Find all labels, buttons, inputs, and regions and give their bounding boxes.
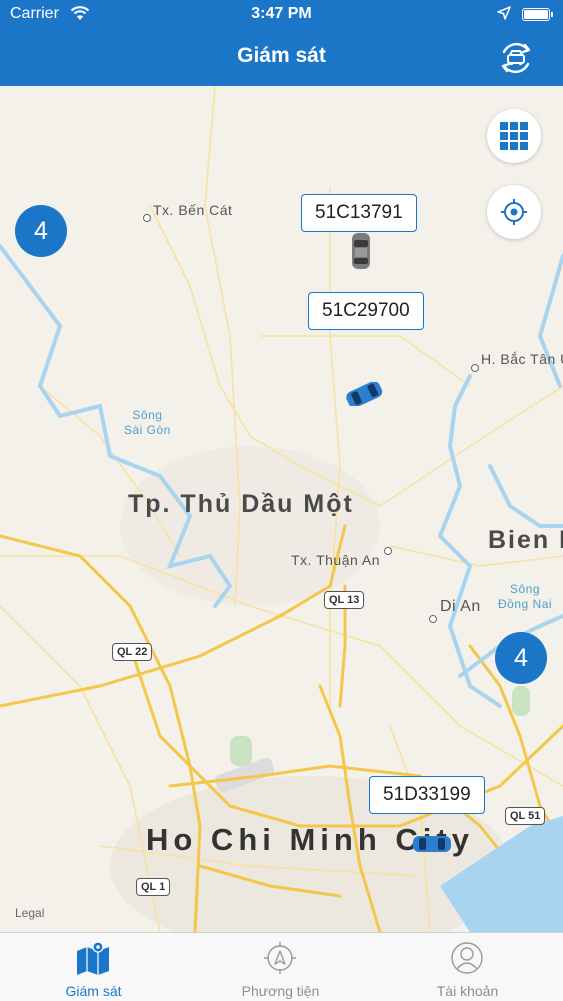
car-icon[interactable] bbox=[411, 834, 453, 854]
place-label-city: Tp. Thủ Dầu Một bbox=[128, 490, 354, 518]
tab-label: Giám sát bbox=[65, 983, 122, 999]
status-bar: Carrier 3:47 PM bbox=[0, 0, 563, 30]
crosshair-icon bbox=[501, 199, 527, 225]
compass-icon bbox=[264, 942, 296, 974]
road-badge: QL 13 bbox=[324, 591, 365, 609]
tab-bar: Giám sát Phương tiện Tài khoản bbox=[0, 932, 563, 1001]
battery-icon bbox=[522, 8, 553, 21]
map-view[interactable]: Tx. Bến Cát H. Bắc Tân U Sông Sài Gòn Tp.… bbox=[0, 86, 563, 932]
vehicle-cluster[interactable]: 4 bbox=[15, 205, 67, 257]
place-label-city: Bien H bbox=[488, 526, 563, 554]
car-icon[interactable] bbox=[343, 382, 385, 406]
user-icon bbox=[451, 942, 483, 974]
road-badge: QL 1 bbox=[136, 878, 171, 896]
my-location-button[interactable] bbox=[487, 185, 541, 239]
di-an-marker bbox=[429, 615, 437, 623]
tab-label: Phương tiện bbox=[241, 983, 320, 999]
bac-tan-uyen-marker bbox=[471, 364, 479, 372]
map-icon bbox=[77, 941, 109, 975]
thuan-an-marker bbox=[384, 547, 392, 555]
page-title: Giám sát bbox=[237, 44, 326, 67]
tab-label: Tài khoản bbox=[436, 983, 499, 999]
place-label: H. Bắc Tân U bbox=[481, 351, 563, 367]
tab-account[interactable]: Tài khoản bbox=[374, 933, 561, 1001]
river-label: Sông Sài Gòn bbox=[124, 408, 171, 437]
vehicle-plate-label[interactable]: 51C29700 bbox=[308, 292, 424, 330]
grid-icon bbox=[500, 122, 528, 150]
place-label: Di An bbox=[440, 598, 481, 615]
vehicle-plate-label[interactable]: 51D33199 bbox=[369, 776, 485, 814]
location-arrow-icon bbox=[497, 6, 511, 20]
vehicle-cluster[interactable]: 4 bbox=[495, 632, 547, 684]
tab-monitor[interactable]: Giám sát bbox=[0, 933, 187, 1001]
vehicle-switch-icon[interactable] bbox=[496, 38, 536, 78]
clock: 3:47 PM bbox=[251, 5, 312, 22]
place-label: Tx. Thuận An bbox=[291, 552, 381, 568]
road-badge: QL 51 bbox=[505, 807, 546, 825]
legal-link[interactable]: Legal bbox=[15, 906, 44, 920]
car-icon[interactable] bbox=[350, 232, 372, 270]
vehicle-plate-label[interactable]: 51C13791 bbox=[301, 194, 417, 232]
river-label: Sông Đồng Nai bbox=[498, 582, 553, 611]
ben-cat-marker bbox=[143, 214, 151, 222]
nav-bar: Giám sát bbox=[0, 30, 563, 86]
place-label: Tx. Bến Cát bbox=[153, 202, 233, 218]
tab-vehicles[interactable]: Phương tiện bbox=[187, 933, 374, 1001]
grid-view-button[interactable] bbox=[487, 109, 541, 163]
road-badge: QL 22 bbox=[112, 643, 153, 661]
